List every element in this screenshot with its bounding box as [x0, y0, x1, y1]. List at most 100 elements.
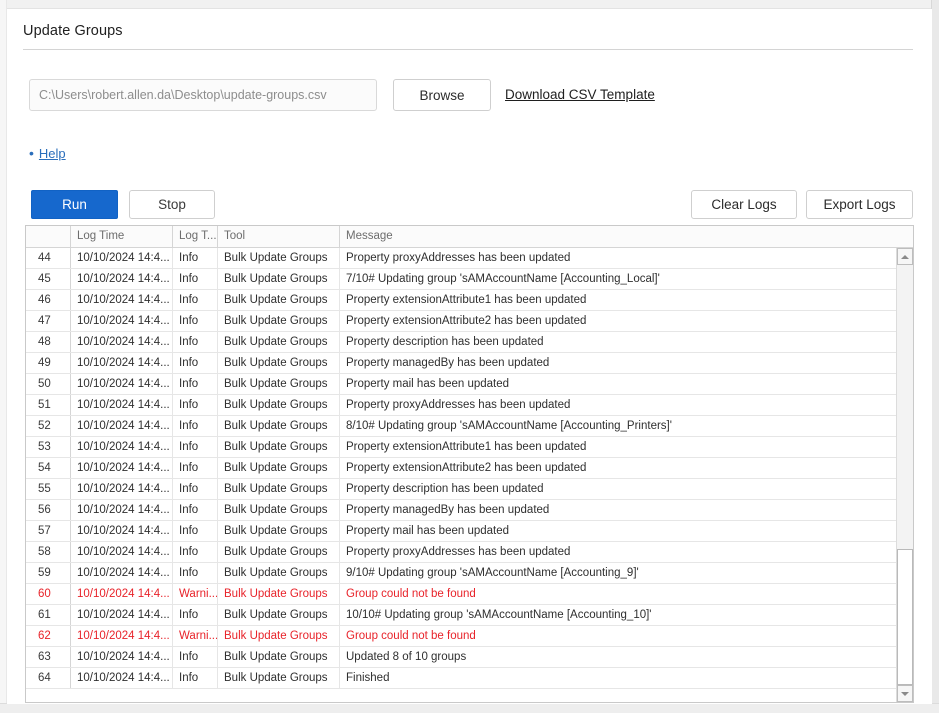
cell-tool: Bulk Update Groups — [218, 311, 340, 331]
cell-message: Property mail has been updated — [346, 525, 510, 537]
help-link[interactable]: Help — [39, 146, 66, 161]
cell-log-time: 10/10/2024 14:4... — [71, 374, 173, 394]
log-grid-header: Log Time Log T... Tool Message — [26, 226, 913, 248]
cell-log-time: 10/10/2024 14:4... — [71, 521, 173, 541]
bullet-icon: • — [29, 144, 34, 161]
cell-tool: Bulk Update Groups — [218, 290, 340, 310]
cell-log-type: Info — [173, 332, 218, 352]
cell-index: 56 — [26, 500, 71, 520]
cell-log-time: 10/10/2024 14:4... — [71, 290, 173, 310]
cell-message: 9/10# Updating group 'sAMAccountName [Ac… — [346, 567, 639, 579]
cell-index: 62 — [26, 626, 71, 646]
column-header-tool[interactable]: Tool — [218, 226, 340, 247]
cell-log-time: 10/10/2024 14:4... — [71, 542, 173, 562]
log-grid: Log Time Log T... Tool Message 44 10/10/2… — [25, 225, 914, 703]
cell-log-time: 10/10/2024 14:4... — [71, 500, 173, 520]
table-row[interactable]: 53 10/10/2024 14:4... Info Bulk Update Grou… — [26, 437, 913, 458]
table-row[interactable]: 64 10/10/2024 14:4... Info Bulk Update Grou… — [26, 668, 913, 689]
cell-message: Property managedBy has been updated — [346, 357, 550, 369]
cell-log-type: Info — [173, 563, 218, 583]
cell-tool: Bulk Update Groups — [218, 542, 340, 562]
csv-file-path-input[interactable] — [29, 79, 377, 111]
table-row[interactable]: 55 10/10/2024 14:4... Info Bulk Update Grou… — [26, 479, 913, 500]
table-row[interactable]: 57 10/10/2024 14:4... Info Bulk Update Grou… — [26, 521, 913, 542]
cell-index: 55 — [26, 479, 71, 499]
help-row: • Help — [29, 144, 66, 162]
window-top-chrome — [0, 0, 939, 9]
export-logs-button[interactable]: Export Logs — [806, 190, 913, 219]
cell-index: 58 — [26, 542, 71, 562]
title-divider — [23, 49, 913, 50]
cell-log-type: Info — [173, 416, 218, 436]
cell-message: Property mail has been updated — [346, 378, 510, 390]
cell-log-type: Info — [173, 479, 218, 499]
table-row[interactable]: 62 10/10/2024 14:4... Warni... Bulk Update … — [26, 626, 913, 647]
cell-log-type: Info — [173, 521, 218, 541]
table-row[interactable]: 46 10/10/2024 14:4... Info Bulk Update Grou… — [26, 290, 913, 311]
table-row[interactable]: 51 10/10/2024 14:4... Info Bulk Update Grou… — [26, 395, 913, 416]
cell-tool: Bulk Update Groups — [218, 395, 340, 415]
cell-log-type: Info — [173, 605, 218, 625]
cell-message: Property description has been updated — [346, 336, 544, 348]
column-header-message[interactable]: Message — [340, 226, 896, 247]
log-grid-inner: Log Time Log T... Tool Message 44 10/10/2… — [26, 226, 913, 702]
cell-log-type: Info — [173, 353, 218, 373]
cell-message: Property extensionAttribute1 has been up… — [346, 441, 587, 453]
cell-index: 49 — [26, 353, 71, 373]
column-header-log-type[interactable]: Log T... — [173, 226, 218, 247]
cell-message: Property extensionAttribute2 has been up… — [346, 462, 587, 474]
cell-index: 45 — [26, 269, 71, 289]
cell-index: 59 — [26, 563, 71, 583]
app-window: Update Groups Browse Download CSV Templa… — [0, 0, 939, 713]
stop-button[interactable]: Stop — [129, 190, 215, 219]
window-bottom-chrome — [0, 703, 939, 713]
column-header-index[interactable] — [26, 226, 71, 247]
cell-index: 64 — [26, 668, 71, 688]
table-row[interactable]: 48 10/10/2024 14:4... Info Bulk Update Grou… — [26, 332, 913, 353]
cell-log-time: 10/10/2024 14:4... — [71, 626, 173, 646]
cell-tool: Bulk Update Groups — [218, 437, 340, 457]
cell-log-time: 10/10/2024 14:4... — [71, 668, 173, 688]
cell-log-type: Warni... — [173, 584, 218, 604]
table-row[interactable]: 52 10/10/2024 14:4... Info Bulk Update Grou… — [26, 416, 913, 437]
cell-log-time: 10/10/2024 14:4... — [71, 647, 173, 667]
table-row[interactable]: 63 10/10/2024 14:4... Info Bulk Update Grou… — [26, 647, 913, 668]
scroll-up-button[interactable] — [897, 248, 913, 265]
table-row[interactable]: 47 10/10/2024 14:4... Info Bulk Update Grou… — [26, 311, 913, 332]
cell-log-time: 10/10/2024 14:4... — [71, 311, 173, 331]
table-row[interactable]: 54 10/10/2024 14:4... Info Bulk Update Grou… — [26, 458, 913, 479]
run-button[interactable]: Run — [31, 190, 118, 219]
cell-tool: Bulk Update Groups — [218, 248, 340, 268]
cell-message: 10/10# Updating group 'sAMAccountName [A… — [346, 609, 652, 621]
log-grid-scrollbar[interactable] — [896, 248, 913, 702]
cell-index: 44 — [26, 248, 71, 268]
cell-log-time: 10/10/2024 14:4... — [71, 248, 173, 268]
table-row[interactable]: 61 10/10/2024 14:4... Info Bulk Update Grou… — [26, 605, 913, 626]
table-row[interactable]: 59 10/10/2024 14:4... Info Bulk Update Grou… — [26, 563, 913, 584]
column-header-log-time[interactable]: Log Time — [71, 226, 173, 247]
table-row[interactable]: 44 10/10/2024 14:4... Info Bulk Update Grou… — [26, 248, 913, 269]
cell-log-type: Info — [173, 248, 218, 268]
browse-button[interactable]: Browse — [393, 79, 491, 111]
cell-log-time: 10/10/2024 14:4... — [71, 353, 173, 373]
cell-log-type: Info — [173, 500, 218, 520]
cell-tool: Bulk Update Groups — [218, 416, 340, 436]
cell-index: 48 — [26, 332, 71, 352]
table-row[interactable]: 58 10/10/2024 14:4... Info Bulk Update Grou… — [26, 542, 913, 563]
cell-index: 50 — [26, 374, 71, 394]
triangle-down-icon — [901, 691, 909, 696]
cell-tool: Bulk Update Groups — [218, 605, 340, 625]
log-grid-rows: 44 10/10/2024 14:4... Info Bulk Update Grou… — [26, 248, 913, 702]
table-row[interactable]: 56 10/10/2024 14:4... Info Bulk Update Grou… — [26, 500, 913, 521]
cell-message: Property proxyAddresses has been updated — [346, 546, 571, 558]
table-row[interactable]: 60 10/10/2024 14:4... Warni... Bulk Update … — [26, 584, 913, 605]
table-row[interactable]: 45 10/10/2024 14:4... Info Bulk Update Grou… — [26, 269, 913, 290]
scroll-down-button[interactable] — [897, 685, 913, 702]
triangle-up-icon — [901, 254, 909, 259]
download-csv-template-link[interactable]: Download CSV Template — [505, 87, 655, 102]
table-row[interactable]: 49 10/10/2024 14:4... Info Bulk Update Grou… — [26, 353, 913, 374]
table-row[interactable]: 50 10/10/2024 14:4... Info Bulk Update Grou… — [26, 374, 913, 395]
cell-message: Group could not be found — [346, 630, 476, 642]
clear-logs-button[interactable]: Clear Logs — [691, 190, 797, 219]
scrollbar-thumb[interactable] — [897, 549, 913, 685]
